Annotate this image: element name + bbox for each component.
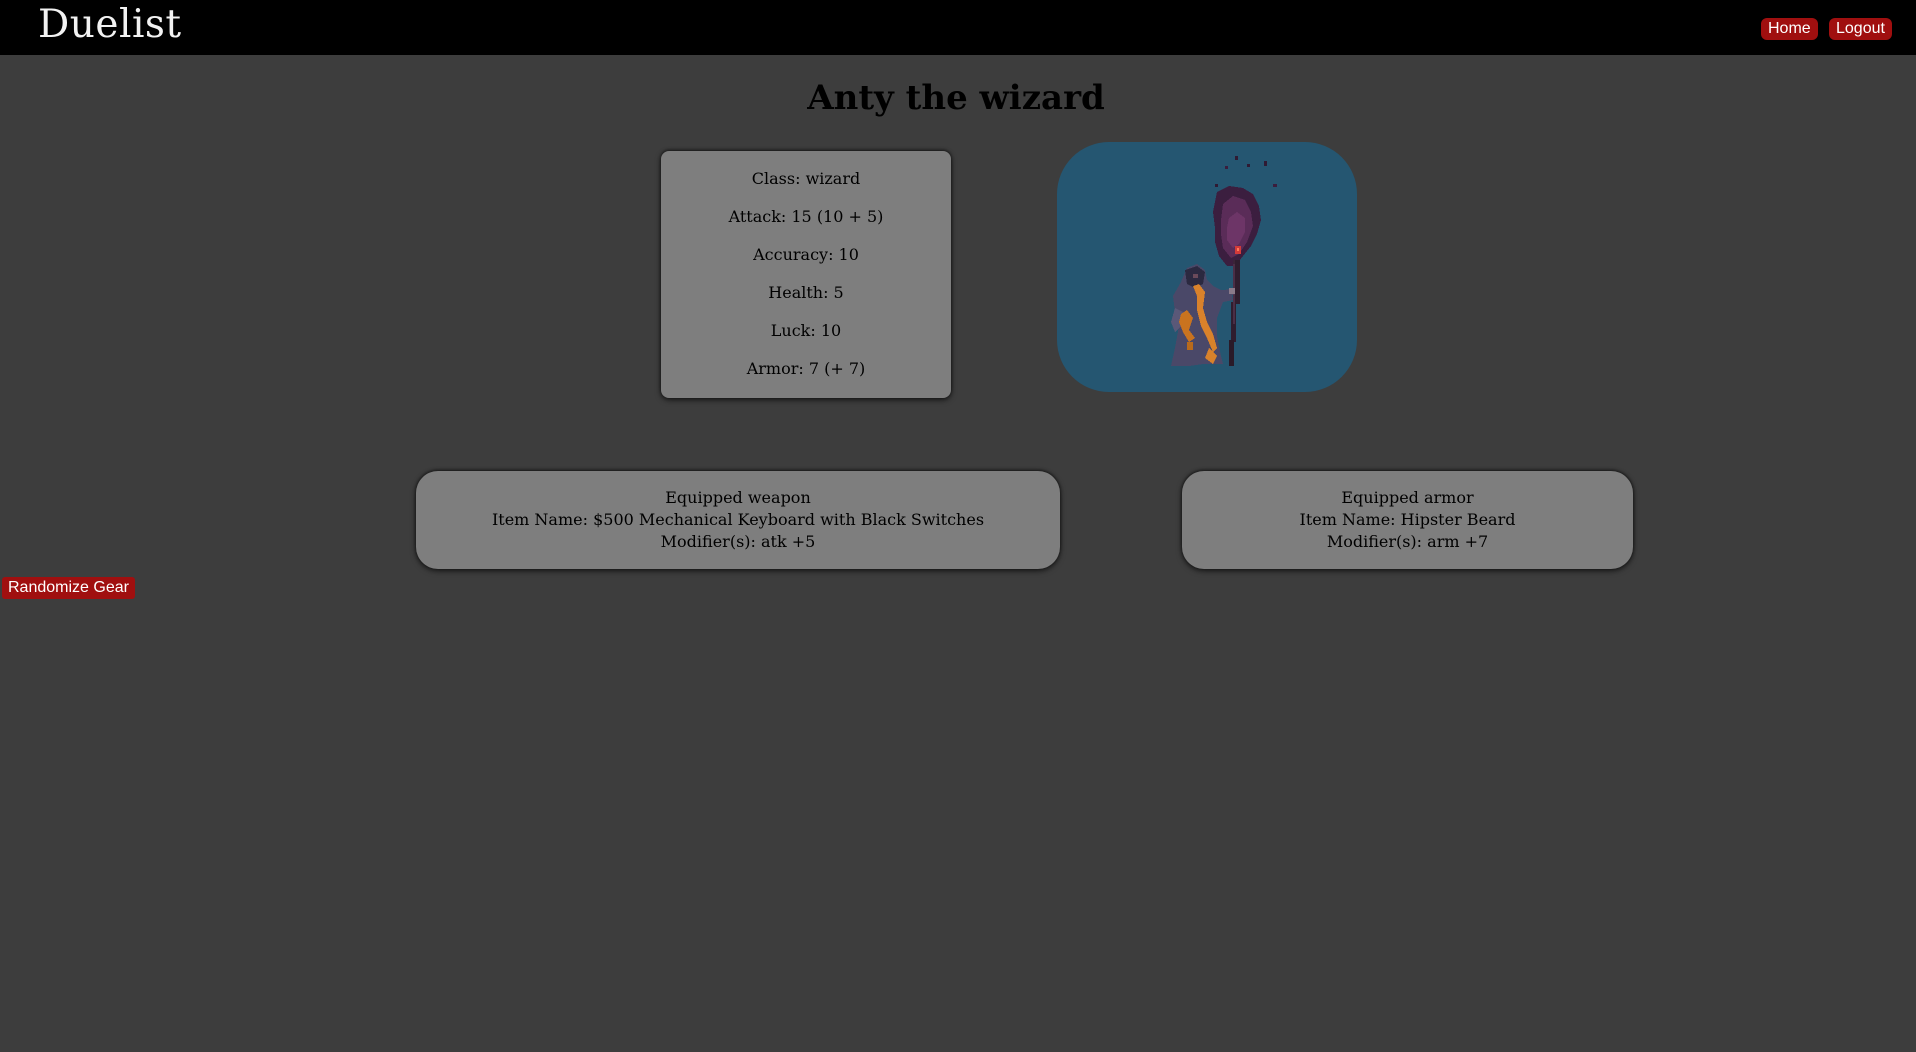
- stat-class: Class: wizard: [751, 169, 861, 188]
- armor-modifier: Modifier(s): arm +7: [1326, 532, 1489, 551]
- randomize-gear-button[interactable]: Randomize Gear: [2, 577, 135, 599]
- equipped-armor-card: Equipped armor Item Name: Hipster Beard …: [1182, 471, 1633, 569]
- stat-accuracy: Accuracy: 10: [753, 245, 859, 264]
- brand-logo[interactable]: Duelist: [38, 0, 182, 50]
- armor-item-name: Item Name: Hipster Beard: [1299, 510, 1516, 529]
- equipped-weapon-card: Equipped weapon Item Name: $500 Mechanic…: [416, 471, 1060, 569]
- weapon-heading: Equipped weapon: [665, 488, 811, 507]
- stat-luck: Luck: 10: [770, 321, 842, 340]
- logout-button[interactable]: Logout: [1829, 18, 1892, 40]
- character-title: Anty the wizard: [807, 78, 1105, 118]
- navbar: Duelist Home Logout: [0, 0, 1916, 55]
- armor-heading: Equipped armor: [1341, 488, 1474, 507]
- stat-attack: Attack: 15 (10 + 5): [728, 207, 884, 226]
- home-button[interactable]: Home: [1761, 18, 1818, 40]
- stats-card: Class: wizard Attack: 15 (10 + 5) Accura…: [661, 151, 951, 398]
- weapon-item-name: Item Name: $500 Mechanical Keyboard with…: [491, 510, 985, 529]
- stat-armor: Armor: 7 (+ 7): [746, 359, 866, 378]
- weapon-modifier: Modifier(s): atk +5: [660, 532, 816, 551]
- character-portrait: [1057, 142, 1357, 392]
- stat-health: Health: 5: [768, 283, 844, 302]
- wizard-sprite-icon: [1171, 156, 1277, 366]
